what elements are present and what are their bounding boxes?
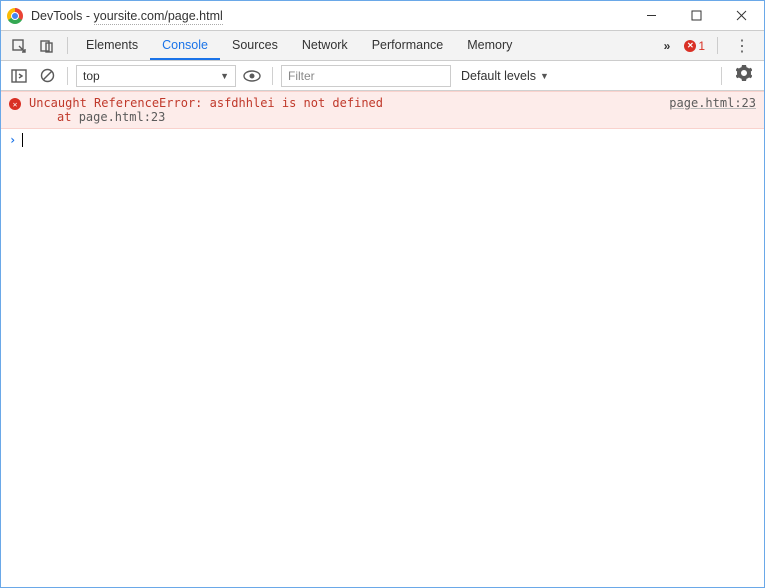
clear-console-icon[interactable] <box>35 65 59 87</box>
tab-network[interactable]: Network <box>290 31 360 60</box>
prompt-chevron-icon: › <box>9 133 16 147</box>
titlebar: DevTools - yoursite.com/page.html <box>1 1 764 31</box>
tab-elements[interactable]: Elements <box>74 31 150 60</box>
live-expression-icon[interactable] <box>240 65 264 87</box>
main-tabs-bar: Elements Console Sources Network Perform… <box>1 31 764 61</box>
log-levels-select[interactable]: Default levels ▼ <box>455 65 555 87</box>
execution-context-select[interactable]: top ▼ <box>76 65 236 87</box>
console-error-row[interactable]: ✕ Uncaught ReferenceError: asfdhhlei is … <box>1 91 764 129</box>
divider <box>272 67 273 85</box>
inspect-element-icon[interactable] <box>5 31 33 60</box>
settings-gear-icon[interactable] <box>730 65 758 86</box>
error-at-prefix: at <box>57 110 79 124</box>
error-message: Uncaught ReferenceError: asfdhhlei is no… <box>29 96 657 110</box>
divider <box>717 37 718 54</box>
tabs-overflow-icon[interactable]: » <box>656 31 679 60</box>
chevron-down-icon: ▼ <box>540 71 549 81</box>
device-toolbar-icon[interactable] <box>33 31 61 60</box>
console-sidebar-toggle-icon[interactable] <box>7 65 31 87</box>
filter-input[interactable] <box>281 65 451 87</box>
tab-console[interactable]: Console <box>150 31 220 60</box>
text-cursor <box>22 133 23 147</box>
divider <box>67 37 68 54</box>
window-title-prefix: DevTools - <box>31 9 94 23</box>
close-button[interactable] <box>719 1 764 31</box>
chevron-down-icon: ▼ <box>220 71 229 81</box>
console-prompt[interactable]: › <box>1 129 764 151</box>
log-levels-label: Default levels <box>461 69 536 83</box>
console-toolbar: top ▼ Default levels ▼ <box>1 61 764 91</box>
error-source-link[interactable]: page.html:23 <box>669 96 756 124</box>
error-stack-line: at page.html:23 <box>29 110 657 124</box>
error-circle-icon: ✕ <box>684 40 696 52</box>
error-badge[interactable]: ✕ 1 <box>678 31 711 60</box>
tab-sources[interactable]: Sources <box>220 31 290 60</box>
minimize-button[interactable] <box>629 1 674 31</box>
chrome-logo-icon <box>7 8 23 24</box>
window-title: DevTools - yoursite.com/page.html <box>31 9 223 23</box>
error-count: 1 <box>698 39 705 53</box>
tab-memory[interactable]: Memory <box>455 31 524 60</box>
divider <box>67 67 68 85</box>
error-icon: ✕ <box>9 98 21 110</box>
divider <box>721 67 722 85</box>
error-message-block: Uncaught ReferenceError: asfdhhlei is no… <box>29 96 657 124</box>
more-menu-icon[interactable]: ⋮ <box>724 31 760 60</box>
execution-context-label: top <box>83 69 100 83</box>
error-at-location: page.html:23 <box>79 110 166 124</box>
maximize-button[interactable] <box>674 1 719 31</box>
window-title-url: yoursite.com/page.html <box>94 9 223 25</box>
tab-performance[interactable]: Performance <box>360 31 456 60</box>
